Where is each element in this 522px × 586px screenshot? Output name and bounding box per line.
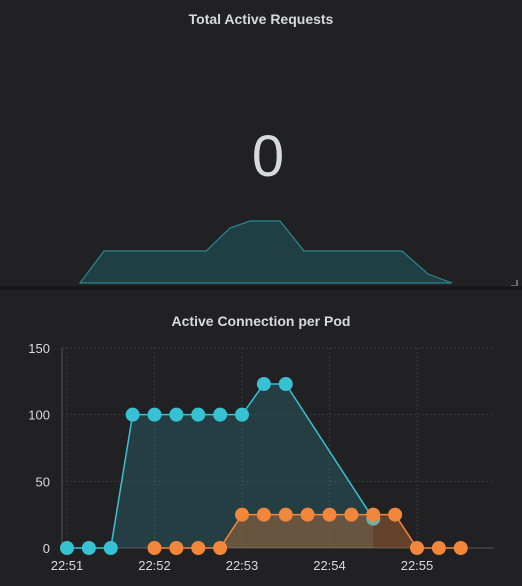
x-tick-label: 22:51 bbox=[51, 558, 84, 573]
x-tick-label: 22:52 bbox=[138, 558, 171, 573]
series-1-point[interactable] bbox=[256, 377, 271, 391]
series-2-point[interactable] bbox=[147, 541, 162, 555]
series-1-point[interactable] bbox=[60, 541, 74, 555]
series-1-point[interactable] bbox=[169, 407, 184, 422]
series-2-point[interactable] bbox=[410, 541, 424, 555]
series-2-point[interactable] bbox=[431, 541, 446, 555]
series-1-point[interactable] bbox=[213, 407, 228, 422]
series-2-point[interactable] bbox=[388, 507, 403, 522]
series-1-point[interactable] bbox=[278, 377, 293, 391]
series-2-point[interactable] bbox=[169, 541, 184, 555]
series-2-point[interactable] bbox=[278, 507, 293, 522]
series-2-point[interactable] bbox=[191, 541, 206, 555]
series-2-point[interactable] bbox=[366, 507, 381, 522]
series-layer[interactable] bbox=[60, 377, 468, 555]
y-tick-label: 0 bbox=[43, 541, 50, 556]
x-tick-label: 22:54 bbox=[313, 558, 346, 573]
series-2-point[interactable] bbox=[344, 507, 359, 522]
series-2-point[interactable] bbox=[213, 541, 228, 555]
series-1-point[interactable] bbox=[81, 541, 96, 555]
series-2-point[interactable] bbox=[322, 507, 337, 522]
x-tick-label: 22:53 bbox=[226, 558, 259, 573]
y-axis: 0 50 100 150 bbox=[28, 341, 50, 556]
series-1-point[interactable] bbox=[235, 407, 249, 422]
series-1-point[interactable] bbox=[125, 407, 140, 422]
y-tick-label: 50 bbox=[36, 474, 50, 489]
series-1-point[interactable] bbox=[191, 407, 206, 422]
series-1-point[interactable] bbox=[103, 541, 118, 555]
x-axis: 22:51 22:52 22:53 22:54 22:55 bbox=[51, 558, 434, 573]
series-2-point[interactable] bbox=[300, 507, 315, 522]
series-2-point[interactable] bbox=[256, 507, 271, 522]
series-2-point[interactable] bbox=[453, 541, 468, 555]
x-tick-label: 22:55 bbox=[401, 558, 434, 573]
series-2-point[interactable] bbox=[235, 507, 249, 522]
series-1-point[interactable] bbox=[147, 407, 162, 422]
y-tick-label: 150 bbox=[28, 341, 50, 356]
y-tick-label: 100 bbox=[28, 408, 50, 423]
connection-chart[interactable]: 0 50 100 150 22:51 22:52 22:53 22:54 22:55 bbox=[0, 0, 522, 586]
